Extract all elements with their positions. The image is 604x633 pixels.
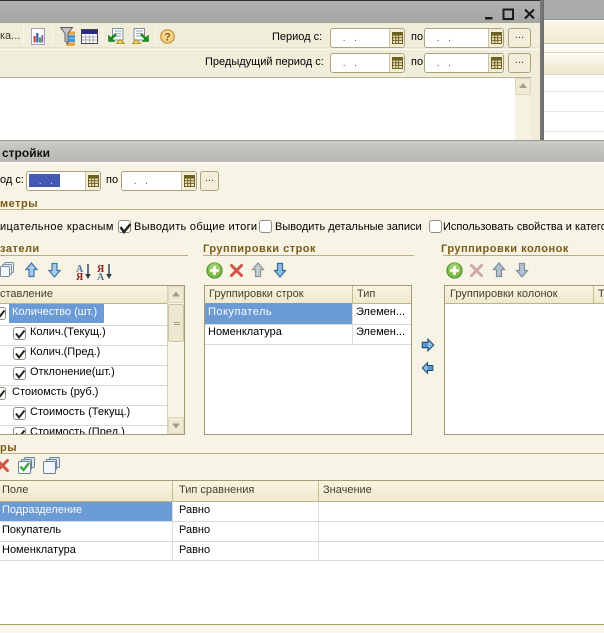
svg-text:?: ? <box>164 32 171 44</box>
svg-text:А: А <box>97 272 105 280</box>
svg-text:Я: Я <box>76 272 84 280</box>
